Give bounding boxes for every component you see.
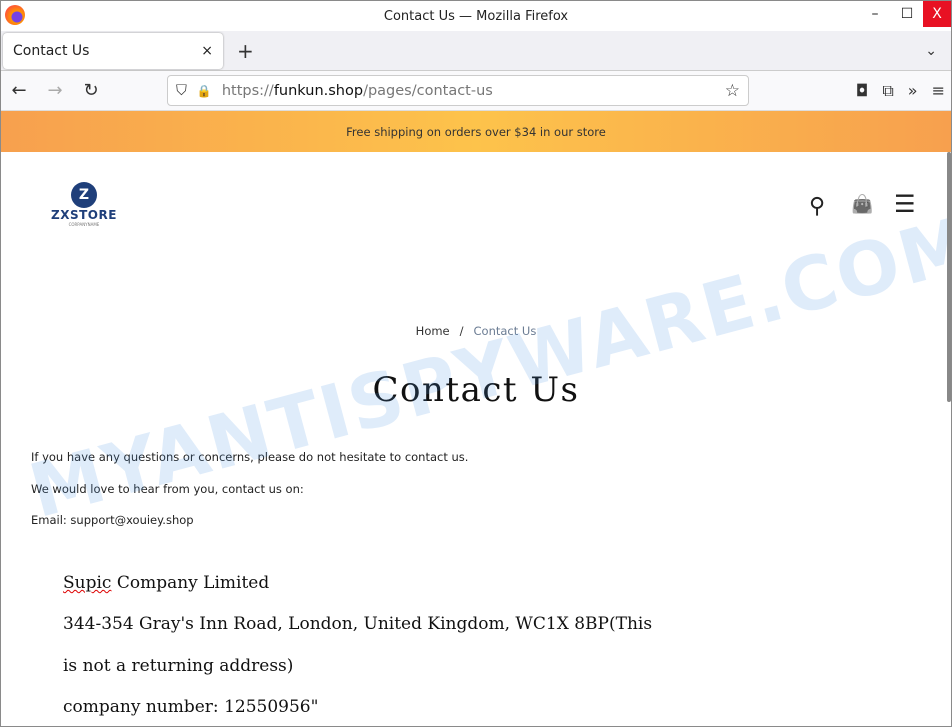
logo-name: ZXSTORE	[51, 208, 117, 222]
menu-hamburger-icon[interactable]: ☰	[894, 190, 916, 218]
breadcrumb-current: Contact Us	[473, 324, 537, 338]
nav-bar: ← → ↻ ⛉ 🔒 https://funkun.shop/pages/cont…	[1, 71, 951, 111]
company-name-b: Company Limited	[111, 573, 270, 593]
company-name-a: Supic	[63, 573, 112, 593]
page-title: Contact Us	[372, 370, 580, 410]
logo-sub: CORPANYNAME	[68, 222, 100, 227]
maximize-button[interactable]: ☐	[891, 1, 923, 27]
store-logo[interactable]: Z ZXSTORE CORPANYNAME	[51, 182, 117, 227]
bookmark-star-icon[interactable]: ☆	[725, 81, 740, 101]
banner-text: Free shipping on orders over $34 in our …	[346, 124, 606, 139]
url-scheme: https://	[221, 82, 274, 99]
breadcrumb-home[interactable]: Home	[416, 324, 450, 338]
back-button[interactable]: ←	[1, 80, 37, 101]
pocket-icon[interactable]: ◘	[856, 81, 869, 101]
announcement-banner: Free shipping on orders over $34 in our …	[1, 111, 951, 152]
breadcrumb-sep: /	[459, 324, 464, 338]
firefox-logo-icon	[5, 5, 25, 25]
new-tab-button[interactable]: +	[237, 39, 254, 63]
forward-button[interactable]: →	[37, 80, 73, 101]
close-tab-icon[interactable]: ×	[201, 43, 213, 59]
tab-bar: Contact Us × + ⌄	[1, 31, 951, 71]
extensions-icon[interactable]: ⧉	[882, 81, 893, 101]
minimize-button[interactable]: –	[859, 1, 891, 27]
tab-label: Contact Us	[13, 42, 90, 59]
search-icon[interactable]: ⚲	[809, 194, 825, 219]
shield-icon[interactable]: ⛉	[176, 83, 187, 99]
lock-icon[interactable]: 🔒	[197, 84, 212, 98]
more-tools-icon[interactable]: »	[908, 81, 918, 101]
cart-bag-icon[interactable]: 👜	[851, 194, 873, 215]
tab-contact-us[interactable]: Contact Us ×	[3, 32, 223, 69]
close-window-button[interactable]: X	[923, 1, 951, 27]
scrollbar[interactable]	[947, 152, 951, 402]
url-bar[interactable]: ⛉ 🔒 https://funkun.shop/pages/contact-us…	[167, 75, 749, 106]
url-path: /pages/contact-us	[363, 82, 493, 99]
menu-icon[interactable]: ≡	[932, 81, 945, 101]
address-line: 344-354 Gray's Inn Road, London, United …	[63, 614, 653, 634]
contact-text: We would love to hear from you, contact …	[31, 482, 304, 496]
email-text: Email: support@xouiey.shop	[31, 513, 194, 527]
tab-list-chevron-icon[interactable]: ⌄	[925, 43, 937, 59]
address-note: is not a returning address)	[63, 656, 294, 676]
company-name: Supic Company Limited	[63, 573, 269, 593]
window-title: Contact Us — Mozilla Firefox	[383, 8, 569, 24]
breadcrumb: Home / Contact Us	[1, 324, 951, 338]
title-bar: Contact Us — Mozilla Firefox – ☐ X	[1, 1, 951, 31]
intro-text: If you have any questions or concerns, p…	[31, 450, 469, 464]
logo-globe-icon: Z	[70, 182, 97, 208]
company-number: company number: 12550956"	[63, 697, 319, 717]
url-host: funkun.shop	[273, 82, 364, 99]
page-content: Z ZXSTORE CORPANYNAME ⚲ 👜 ☰ Home / Contact…	[1, 152, 951, 726]
reload-button[interactable]: ↻	[73, 80, 109, 101]
